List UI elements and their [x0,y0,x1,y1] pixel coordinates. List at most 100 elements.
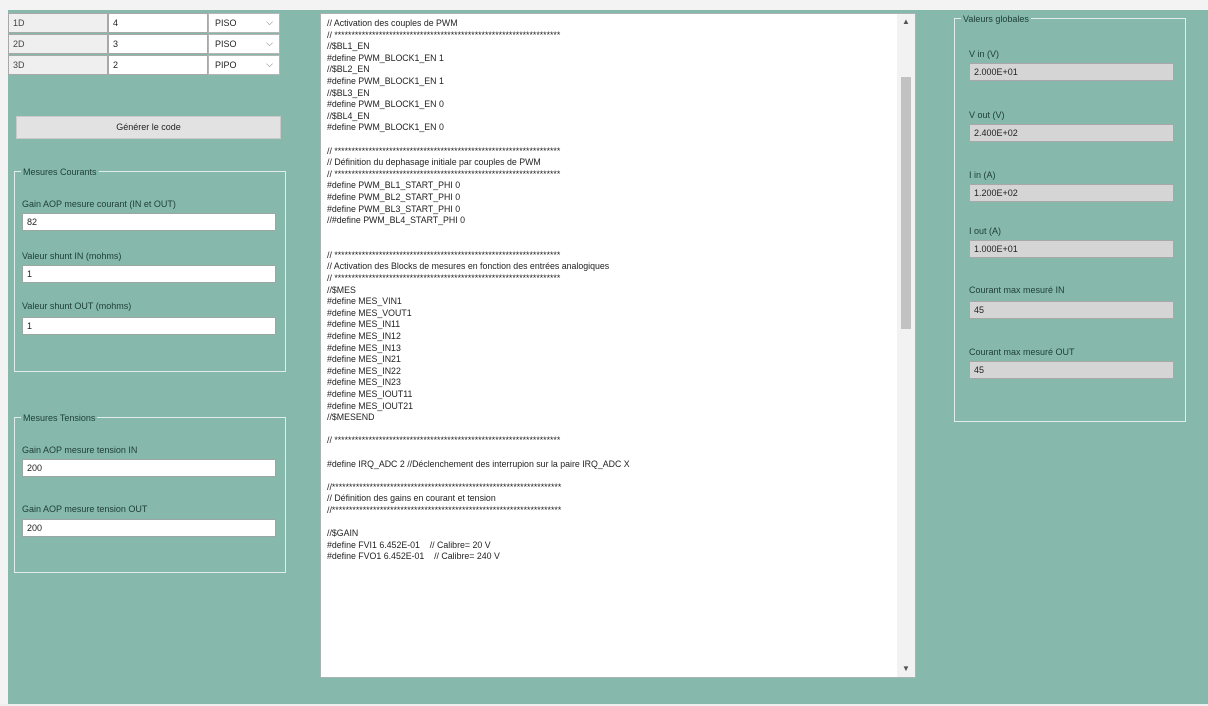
mode-selected: PIPO [215,60,237,70]
code-line: #define PWM_BL3_START_PHI 0 [327,203,461,214]
group-title: Valeurs globales [961,13,1031,25]
code-line: //**************************************… [327,504,562,515]
row-value-cell[interactable]: 4 [108,13,208,33]
generated-code-textarea[interactable]: // Activation des couples de PWM// *****… [320,13,916,678]
code-line: //$BL4_EN [327,110,370,121]
code-line: // *************************************… [327,249,561,260]
generate-code-button[interactable]: Générer le code [16,116,281,139]
mesures-tensions-group: Mesures Tensions Gain AOP mesure tension… [14,412,286,573]
v-out-value: 2.400E+02 [969,124,1174,142]
i-in-label: I in (A) [969,170,996,180]
chevron-down-icon: ⌵ [266,59,273,69]
mode-selected: PISO [215,18,237,28]
code-line: // *************************************… [327,29,561,40]
mode-dropdown[interactable]: PIPO ⌵ [208,55,280,75]
code-line: #define MES_VIN1 [327,296,402,307]
code-line: #define PWM_BLOCK1_EN 0 [327,122,444,133]
mode-selected: PISO [215,39,237,49]
code-line: #define PWM_BL2_START_PHI 0 [327,191,461,202]
code-line: #define MES_IOUT11 [327,389,413,399]
code-line: #define MES_IN22 [327,365,401,376]
code-line: // Activation des Blocks de mesures en f… [327,261,610,272]
chevron-down-icon: ⌵ [266,17,273,27]
code-line: // *************************************… [327,273,561,284]
i-out-value: 1.000E+01 [969,240,1174,258]
v-in-value: 2.000E+01 [969,63,1174,81]
group-title: Mesures Tensions [21,412,98,424]
scroll-up-icon[interactable]: ▲ [897,14,915,30]
code-line: // Définition du dephasage initiale par … [327,157,541,168]
scroll-down-icon[interactable]: ▼ [897,661,915,677]
courant-max-out-value: 45 [969,361,1174,379]
code-line: //#define PWM_BL4_START_PHI 0 [327,215,466,226]
shunt-in-input[interactable]: 1 [22,265,276,283]
code-line: // *************************************… [327,145,561,156]
gain-tension-out-label: Gain AOP mesure tension OUT [22,504,148,514]
table-row: 2D 3 PISO ⌵ [8,34,280,54]
code-line: #define IRQ_ADC 2 //Déclenchement des in… [327,458,630,469]
row-value-cell[interactable]: 3 [108,34,208,54]
code-line: // *************************************… [327,168,561,179]
code-line: #define MES_IN12 [327,331,401,342]
code-line: //$BL1_EN [327,41,370,52]
code-line: // Activation des couples de PWM [327,18,458,28]
row-name-cell: 3D [8,55,108,75]
courant-max-in-value: 45 [969,301,1174,319]
v-out-label: V out (V) [969,110,1005,120]
code-line: //$BL3_EN [327,87,370,98]
row-name-cell: 1D [8,13,108,33]
mode-dropdown[interactable]: PISO ⌵ [208,13,280,33]
code-line: #define PWM_BLOCK1_EN 1 [327,75,444,86]
valeurs-globales-group: Valeurs globales V in (V) 2.000E+01 V ou… [954,13,1186,422]
chevron-down-icon: ⌵ [266,38,273,48]
i-in-value: 1.200E+02 [969,184,1174,202]
code-line: #define MES_VOUT1 [327,307,412,318]
code-line: //**************************************… [327,481,562,492]
code-scrollbar[interactable]: ▲ ▼ [897,14,915,677]
group-title: Mesures Courants [21,166,99,178]
code-line: #define FVO1 6.452E-01 // Calibre= 240 V [327,551,500,562]
gain-tension-out-input[interactable]: 200 [22,519,276,537]
code-line: // *************************************… [327,435,561,446]
code-content: // Activation des couples de PWM// *****… [327,18,897,563]
i-out-label: I out (A) [969,226,1002,236]
row-name-cell: 2D [8,34,108,54]
table-row: 1D 4 PISO ⌵ [8,13,280,33]
code-line: //$MESEND [327,412,375,423]
gain-tension-in-input[interactable]: 200 [22,459,276,477]
gain-tension-in-label: Gain AOP mesure tension IN [22,445,138,455]
shunt-in-label: Valeur shunt IN (mohms) [22,251,122,261]
table-row: 3D 2 PIPO ⌵ [8,55,280,75]
row-value-cell[interactable]: 2 [108,55,208,75]
code-line: #define PWM_BL1_START_PHI 0 [327,180,461,191]
v-in-label: V in (V) [969,49,1000,59]
code-line: #define MES_IN13 [327,342,401,353]
gain-courant-label: Gain AOP mesure courant (IN et OUT) [22,199,176,209]
code-line: //$GAIN [327,528,359,539]
code-line: //$BL2_EN [327,64,370,75]
code-line: #define PWM_BLOCK1_EN 1 [327,52,444,63]
code-line: //$MES [327,284,356,295]
code-line: #define MES_IN23 [327,377,401,388]
scroll-thumb[interactable] [901,77,911,329]
code-line: #define MES_IOUT21 [327,400,414,411]
shunt-out-label: Valeur shunt OUT (mohms) [22,301,132,311]
code-line: #define PWM_BLOCK1_EN 0 [327,99,444,110]
gain-courant-input[interactable]: 82 [22,213,276,231]
mode-dropdown[interactable]: PISO ⌵ [208,34,280,54]
courant-max-out-label: Courant max mesuré OUT [969,347,1075,357]
code-line: #define MES_IN11 [327,319,401,330]
mesures-courants-group: Mesures Courants Gain AOP mesure courant… [14,166,286,372]
shunt-out-input[interactable]: 1 [22,317,276,335]
courant-max-in-label: Courant max mesuré IN [969,285,1065,295]
code-line: #define FVI1 6.452E-01 // Calibre= 20 V [327,539,491,550]
code-line: #define MES_IN21 [327,354,401,365]
code-line: // Définition des gains en courant et te… [327,493,496,504]
